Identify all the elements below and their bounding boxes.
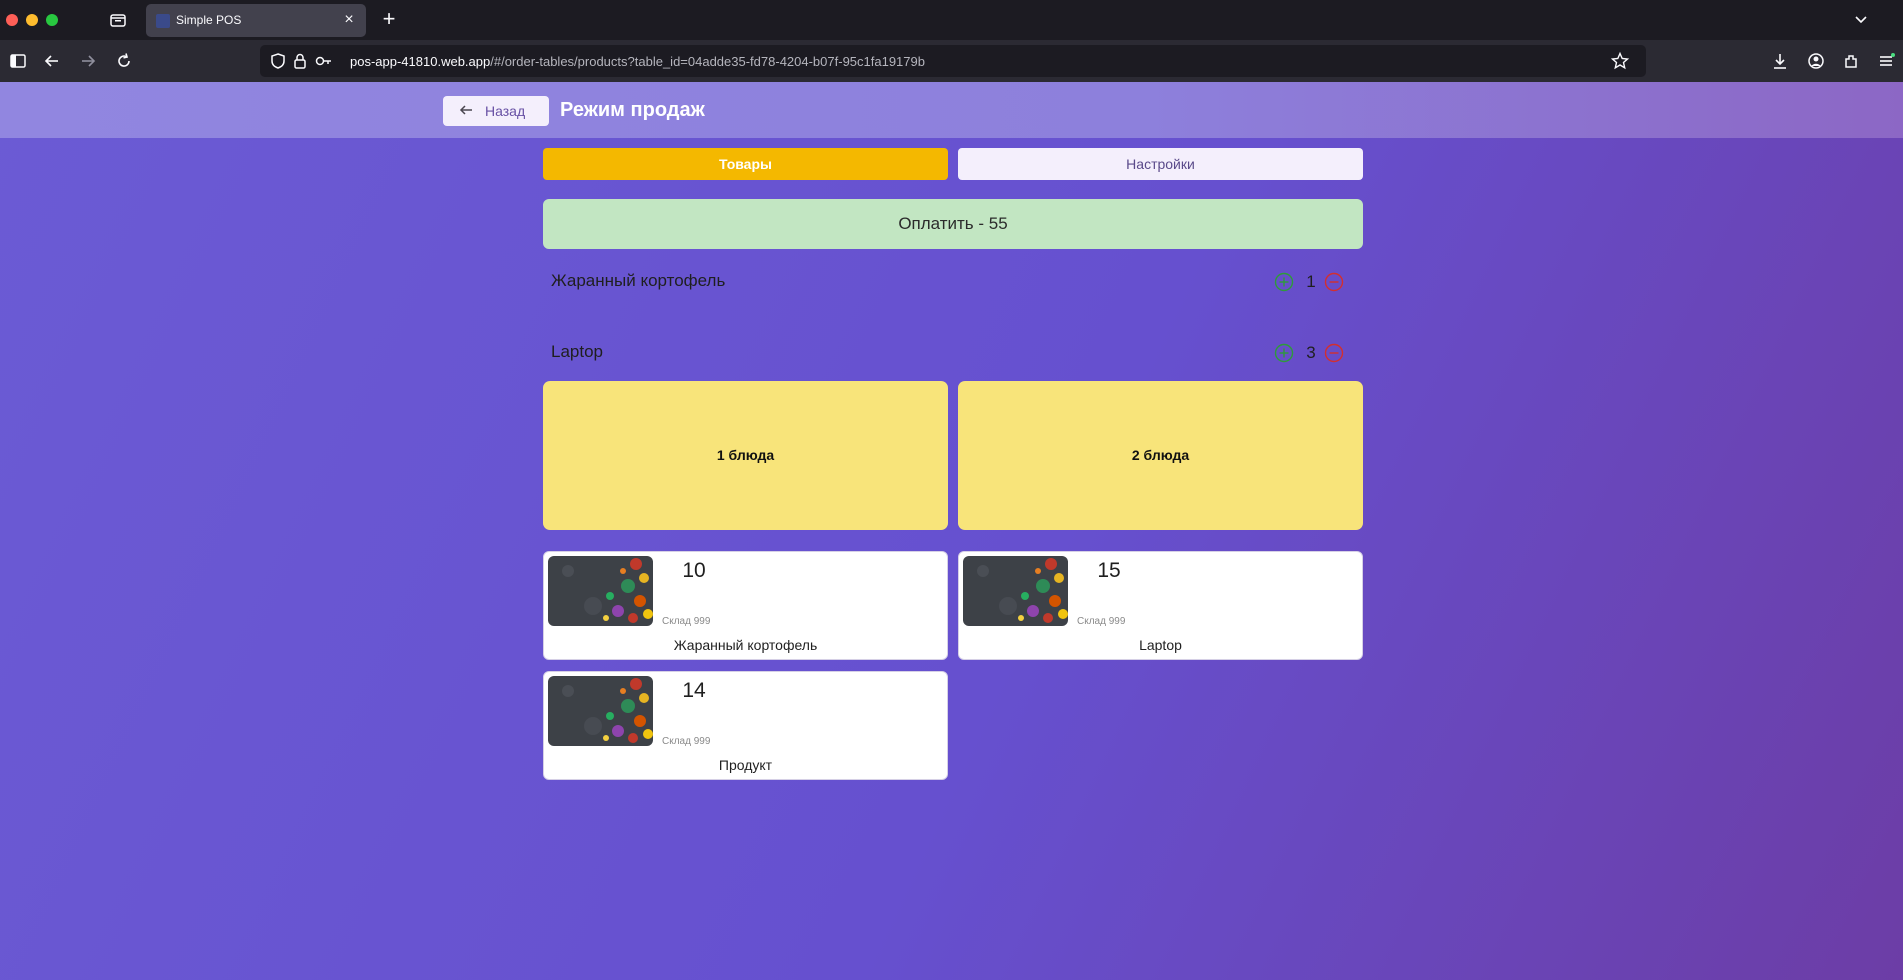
minimize-window-button[interactable] <box>26 14 38 26</box>
app-header: Назад Режим продаж <box>0 82 1903 138</box>
product-stock: Склад 999 <box>662 736 711 747</box>
browser-tab[interactable]: Simple POS × <box>146 4 366 37</box>
plus-circle-icon[interactable] <box>1274 272 1294 292</box>
minus-circle-icon[interactable] <box>1324 272 1344 292</box>
bookmark-star-icon[interactable] <box>1610 51 1630 71</box>
chevron-down-icon[interactable] <box>1851 10 1871 30</box>
product-name: Продукт <box>718 757 773 773</box>
url-bar[interactable]: pos-app-41810.web.app/#/order-tables/pro… <box>260 45 1646 77</box>
lock-icon[interactable] <box>290 51 310 71</box>
order-item: Жаранный кортофель 1 <box>543 262 1363 302</box>
order-item-name: Жаранный кортофель <box>551 271 726 290</box>
forward-arrow-icon[interactable] <box>78 51 98 71</box>
new-tab-icon[interactable]: + <box>378 8 400 30</box>
page-title: Режим продаж <box>560 99 705 121</box>
pay-button[interactable]: Оплатить - 55 <box>543 199 1363 249</box>
back-button-label: Назад <box>485 103 526 119</box>
download-icon[interactable] <box>1770 51 1790 71</box>
close-window-button[interactable] <box>6 14 18 26</box>
shield-icon[interactable] <box>268 51 288 71</box>
account-icon[interactable] <box>1806 51 1826 71</box>
order-item-qty: 3 <box>1306 343 1316 362</box>
arrow-left-icon <box>459 103 473 120</box>
order-item-qty: 1 <box>1306 272 1316 291</box>
category-card[interactable]: 1 блюда <box>543 381 948 530</box>
product-card[interactable]: 10 Склад 999 Жаранный кортофель <box>543 551 948 660</box>
product-name: Жаранный кортофель <box>673 637 818 653</box>
browser-tab-bar: Simple POS × + <box>0 0 1903 40</box>
tab-title: Simple POS <box>176 13 242 27</box>
minus-circle-icon[interactable] <box>1324 343 1344 363</box>
product-price: 14 <box>682 679 706 702</box>
reload-icon[interactable] <box>114 51 134 71</box>
category-card[interactable]: 2 блюда <box>958 381 1363 530</box>
product-image <box>963 556 1068 626</box>
product-card[interactable]: 15 Склад 999 Laptop <box>958 551 1363 660</box>
product-price: 15 <box>1097 559 1121 582</box>
order-item-name: Laptop <box>551 342 603 361</box>
plus-circle-icon[interactable] <box>1274 343 1294 363</box>
product-stock: Склад 999 <box>662 616 711 627</box>
zoom-window-button[interactable] <box>46 14 58 26</box>
product-price: 10 <box>682 559 706 582</box>
back-arrow-icon[interactable] <box>42 51 62 71</box>
close-tab-icon[interactable]: × <box>340 11 358 29</box>
favicon-icon <box>156 14 170 28</box>
url-host: pos-app-41810.web.app <box>350 54 491 69</box>
product-stock: Склад 999 <box>1077 616 1126 627</box>
back-button[interactable]: Назад <box>443 96 549 126</box>
product-card[interactable]: 14 Склад 999 Продукт <box>543 671 948 780</box>
key-icon[interactable] <box>314 51 334 71</box>
tab-settings[interactable]: Настройки <box>958 148 1363 180</box>
menu-icon[interactable] <box>1876 51 1896 71</box>
sidebar-icon[interactable] <box>8 51 28 71</box>
order-item: Laptop 3 <box>543 333 1363 373</box>
tab-products[interactable]: Товары <box>543 148 948 180</box>
product-name: Laptop <box>1139 637 1182 653</box>
url-text: pos-app-41810.web.app/#/order-tables/pro… <box>350 54 925 69</box>
browser-nav-bar: pos-app-41810.web.app/#/order-tables/pro… <box>0 40 1903 82</box>
url-path: /#/order-tables/products?table_id=04adde… <box>490 54 925 69</box>
product-image <box>548 676 653 746</box>
extensions-icon[interactable] <box>1842 51 1862 71</box>
product-image <box>548 556 653 626</box>
tab-list-icon[interactable] <box>108 10 128 30</box>
